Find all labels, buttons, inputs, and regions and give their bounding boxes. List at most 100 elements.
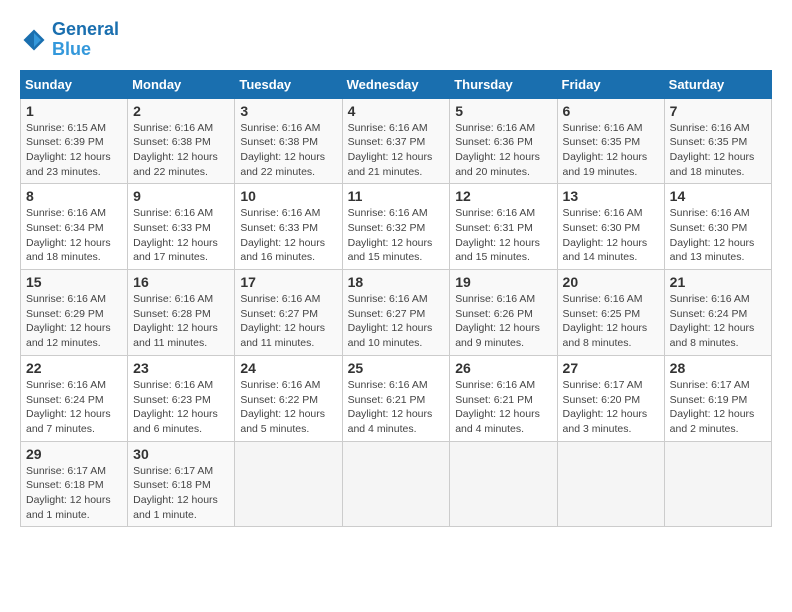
col-header-saturday: Saturday xyxy=(664,70,771,98)
calendar-week-row: 1 Sunrise: 6:15 AM Sunset: 6:39 PM Dayli… xyxy=(21,98,772,184)
calendar-cell xyxy=(235,441,342,527)
calendar-table: SundayMondayTuesdayWednesdayThursdayFrid… xyxy=(20,70,772,528)
day-info: Sunrise: 6:16 AM Sunset: 6:31 PM Dayligh… xyxy=(455,206,551,265)
day-info: Sunrise: 6:16 AM Sunset: 6:24 PM Dayligh… xyxy=(26,378,122,437)
day-number: 2 xyxy=(133,103,229,119)
day-number: 5 xyxy=(455,103,551,119)
calendar-cell: 17 Sunrise: 6:16 AM Sunset: 6:27 PM Dayl… xyxy=(235,270,342,356)
calendar-cell: 25 Sunrise: 6:16 AM Sunset: 6:21 PM Dayl… xyxy=(342,355,450,441)
day-number: 12 xyxy=(455,188,551,204)
day-number: 23 xyxy=(133,360,229,376)
calendar-cell: 8 Sunrise: 6:16 AM Sunset: 6:34 PM Dayli… xyxy=(21,184,128,270)
page-header: General Blue xyxy=(20,20,772,60)
col-header-monday: Monday xyxy=(128,70,235,98)
col-header-sunday: Sunday xyxy=(21,70,128,98)
calendar-cell xyxy=(450,441,557,527)
day-number: 28 xyxy=(670,360,766,376)
day-number: 13 xyxy=(563,188,659,204)
calendar-cell xyxy=(557,441,664,527)
day-info: Sunrise: 6:16 AM Sunset: 6:35 PM Dayligh… xyxy=(670,121,766,180)
day-number: 9 xyxy=(133,188,229,204)
calendar-cell: 2 Sunrise: 6:16 AM Sunset: 6:38 PM Dayli… xyxy=(128,98,235,184)
day-number: 1 xyxy=(26,103,122,119)
calendar-week-row: 29 Sunrise: 6:17 AM Sunset: 6:18 PM Dayl… xyxy=(21,441,772,527)
day-number: 24 xyxy=(240,360,336,376)
calendar-cell: 4 Sunrise: 6:16 AM Sunset: 6:37 PM Dayli… xyxy=(342,98,450,184)
day-info: Sunrise: 6:16 AM Sunset: 6:38 PM Dayligh… xyxy=(133,121,229,180)
day-number: 16 xyxy=(133,274,229,290)
day-number: 15 xyxy=(26,274,122,290)
day-number: 6 xyxy=(563,103,659,119)
day-number: 30 xyxy=(133,446,229,462)
calendar-cell: 1 Sunrise: 6:15 AM Sunset: 6:39 PM Dayli… xyxy=(21,98,128,184)
day-info: Sunrise: 6:16 AM Sunset: 6:24 PM Dayligh… xyxy=(670,292,766,351)
day-info: Sunrise: 6:16 AM Sunset: 6:27 PM Dayligh… xyxy=(348,292,445,351)
day-info: Sunrise: 6:16 AM Sunset: 6:33 PM Dayligh… xyxy=(240,206,336,265)
day-number: 3 xyxy=(240,103,336,119)
day-info: Sunrise: 6:16 AM Sunset: 6:34 PM Dayligh… xyxy=(26,206,122,265)
day-info: Sunrise: 6:16 AM Sunset: 6:26 PM Dayligh… xyxy=(455,292,551,351)
day-info: Sunrise: 6:17 AM Sunset: 6:18 PM Dayligh… xyxy=(133,464,229,523)
day-info: Sunrise: 6:17 AM Sunset: 6:18 PM Dayligh… xyxy=(26,464,122,523)
day-info: Sunrise: 6:15 AM Sunset: 6:39 PM Dayligh… xyxy=(26,121,122,180)
calendar-cell: 9 Sunrise: 6:16 AM Sunset: 6:33 PM Dayli… xyxy=(128,184,235,270)
day-number: 26 xyxy=(455,360,551,376)
calendar-cell: 7 Sunrise: 6:16 AM Sunset: 6:35 PM Dayli… xyxy=(664,98,771,184)
day-info: Sunrise: 6:16 AM Sunset: 6:29 PM Dayligh… xyxy=(26,292,122,351)
logo-text: General Blue xyxy=(52,20,119,60)
calendar-cell: 3 Sunrise: 6:16 AM Sunset: 6:38 PM Dayli… xyxy=(235,98,342,184)
calendar-cell: 24 Sunrise: 6:16 AM Sunset: 6:22 PM Dayl… xyxy=(235,355,342,441)
day-info: Sunrise: 6:16 AM Sunset: 6:21 PM Dayligh… xyxy=(348,378,445,437)
day-number: 18 xyxy=(348,274,445,290)
calendar-week-row: 15 Sunrise: 6:16 AM Sunset: 6:29 PM Dayl… xyxy=(21,270,772,356)
day-info: Sunrise: 6:16 AM Sunset: 6:21 PM Dayligh… xyxy=(455,378,551,437)
day-info: Sunrise: 6:17 AM Sunset: 6:20 PM Dayligh… xyxy=(563,378,659,437)
calendar-cell: 5 Sunrise: 6:16 AM Sunset: 6:36 PM Dayli… xyxy=(450,98,557,184)
day-number: 10 xyxy=(240,188,336,204)
day-info: Sunrise: 6:16 AM Sunset: 6:28 PM Dayligh… xyxy=(133,292,229,351)
day-info: Sunrise: 6:16 AM Sunset: 6:30 PM Dayligh… xyxy=(563,206,659,265)
day-number: 29 xyxy=(26,446,122,462)
calendar-cell: 30 Sunrise: 6:17 AM Sunset: 6:18 PM Dayl… xyxy=(128,441,235,527)
calendar-cell: 12 Sunrise: 6:16 AM Sunset: 6:31 PM Dayl… xyxy=(450,184,557,270)
calendar-cell: 22 Sunrise: 6:16 AM Sunset: 6:24 PM Dayl… xyxy=(21,355,128,441)
calendar-week-row: 8 Sunrise: 6:16 AM Sunset: 6:34 PM Dayli… xyxy=(21,184,772,270)
calendar-cell xyxy=(664,441,771,527)
day-info: Sunrise: 6:16 AM Sunset: 6:35 PM Dayligh… xyxy=(563,121,659,180)
calendar-cell: 13 Sunrise: 6:16 AM Sunset: 6:30 PM Dayl… xyxy=(557,184,664,270)
logo: General Blue xyxy=(20,20,119,60)
day-info: Sunrise: 6:16 AM Sunset: 6:27 PM Dayligh… xyxy=(240,292,336,351)
day-number: 4 xyxy=(348,103,445,119)
calendar-cell xyxy=(342,441,450,527)
day-number: 11 xyxy=(348,188,445,204)
day-info: Sunrise: 6:16 AM Sunset: 6:23 PM Dayligh… xyxy=(133,378,229,437)
day-number: 7 xyxy=(670,103,766,119)
calendar-cell: 19 Sunrise: 6:16 AM Sunset: 6:26 PM Dayl… xyxy=(450,270,557,356)
day-number: 22 xyxy=(26,360,122,376)
calendar-cell: 26 Sunrise: 6:16 AM Sunset: 6:21 PM Dayl… xyxy=(450,355,557,441)
logo-icon xyxy=(20,26,48,54)
col-header-friday: Friday xyxy=(557,70,664,98)
calendar-cell: 16 Sunrise: 6:16 AM Sunset: 6:28 PM Dayl… xyxy=(128,270,235,356)
col-header-tuesday: Tuesday xyxy=(235,70,342,98)
calendar-cell: 20 Sunrise: 6:16 AM Sunset: 6:25 PM Dayl… xyxy=(557,270,664,356)
day-info: Sunrise: 6:16 AM Sunset: 6:36 PM Dayligh… xyxy=(455,121,551,180)
calendar-week-row: 22 Sunrise: 6:16 AM Sunset: 6:24 PM Dayl… xyxy=(21,355,772,441)
calendar-cell: 14 Sunrise: 6:16 AM Sunset: 6:30 PM Dayl… xyxy=(664,184,771,270)
day-number: 19 xyxy=(455,274,551,290)
day-info: Sunrise: 6:16 AM Sunset: 6:32 PM Dayligh… xyxy=(348,206,445,265)
day-number: 27 xyxy=(563,360,659,376)
col-header-wednesday: Wednesday xyxy=(342,70,450,98)
calendar-cell: 28 Sunrise: 6:17 AM Sunset: 6:19 PM Dayl… xyxy=(664,355,771,441)
calendar-cell: 29 Sunrise: 6:17 AM Sunset: 6:18 PM Dayl… xyxy=(21,441,128,527)
day-number: 8 xyxy=(26,188,122,204)
calendar-cell: 18 Sunrise: 6:16 AM Sunset: 6:27 PM Dayl… xyxy=(342,270,450,356)
calendar-cell: 10 Sunrise: 6:16 AM Sunset: 6:33 PM Dayl… xyxy=(235,184,342,270)
day-info: Sunrise: 6:16 AM Sunset: 6:22 PM Dayligh… xyxy=(240,378,336,437)
calendar-cell: 21 Sunrise: 6:16 AM Sunset: 6:24 PM Dayl… xyxy=(664,270,771,356)
calendar-header-row: SundayMondayTuesdayWednesdayThursdayFrid… xyxy=(21,70,772,98)
calendar-cell: 15 Sunrise: 6:16 AM Sunset: 6:29 PM Dayl… xyxy=(21,270,128,356)
day-info: Sunrise: 6:16 AM Sunset: 6:33 PM Dayligh… xyxy=(133,206,229,265)
day-number: 20 xyxy=(563,274,659,290)
day-number: 17 xyxy=(240,274,336,290)
